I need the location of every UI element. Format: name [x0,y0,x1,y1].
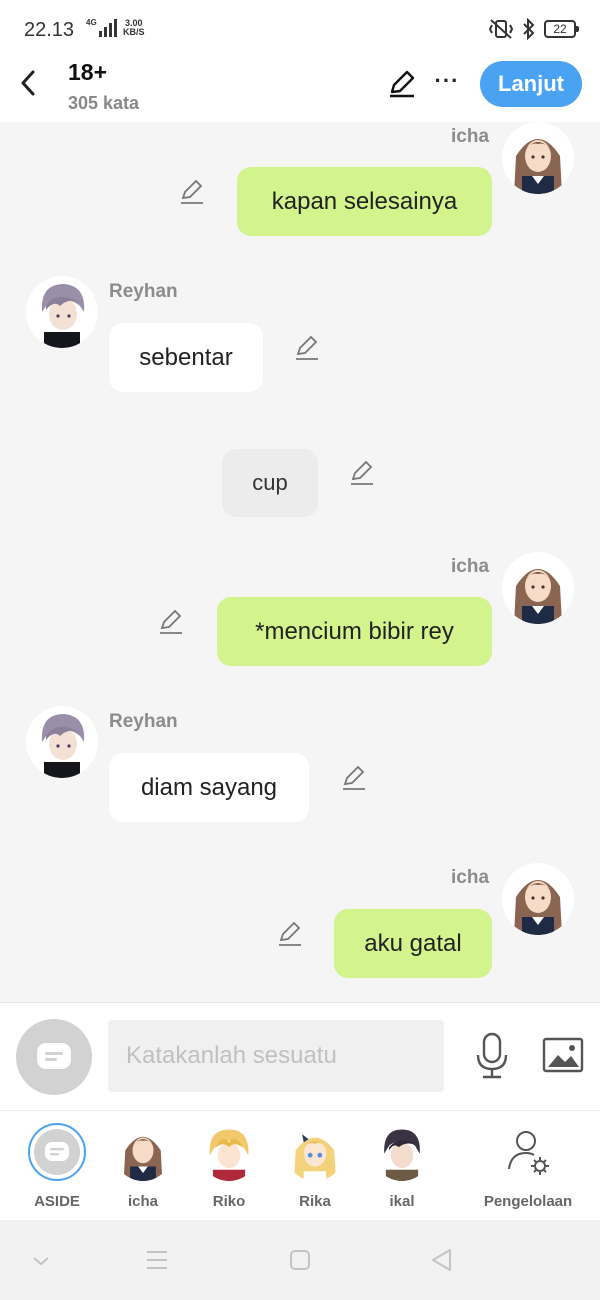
message-bubble[interactable]: diam sayang [109,753,309,822]
message-bubble[interactable]: sebentar [109,323,263,392]
nav-menu-button[interactable] [142,1246,172,1274]
avatar-icha[interactable] [502,863,574,935]
avatar-icha[interactable] [502,122,574,194]
user-settings-icon [508,1131,549,1175]
voice-input-button[interactable] [472,1031,512,1081]
avatar-icha[interactable] [502,552,574,624]
pencil-icon [351,460,373,485]
girl-avatar-icon [123,1136,163,1181]
status-icons: 22 [488,18,579,40]
edit-title-button[interactable] [386,68,418,100]
edit-message-button[interactable] [276,920,304,948]
square-icon [290,1250,310,1270]
message-composer [0,1002,600,1110]
microphone-icon [476,1032,508,1079]
avatar-reyhan[interactable] [26,706,98,778]
avatar [373,1123,431,1181]
image-upload-button[interactable] [542,1035,584,1075]
back-button[interactable] [14,68,42,98]
girl-avatar-icon [514,880,562,935]
boy-avatar-icon [41,284,85,348]
aside-bubble[interactable]: cup [222,449,318,517]
story-title: 18+ [68,59,108,85]
network-speed: 3.00 KB/S [123,18,145,37]
more-options-button[interactable]: ··· [432,68,462,100]
blonde-girl-avatar-icon [294,1134,336,1181]
bluetooth-icon [523,18,535,40]
avatar [114,1123,172,1181]
edit-message-button[interactable] [178,178,206,206]
girl-avatar-icon [514,139,562,194]
blonde-boy-avatar-icon [209,1129,249,1181]
nav-home-button[interactable] [285,1246,315,1274]
character-icha[interactable]: icha [98,1123,188,1210]
pencil-icon [279,921,301,946]
sender-name: icha [451,126,490,147]
back-arrow-icon [21,70,35,96]
system-nav-bar [0,1220,600,1300]
message-bubble[interactable]: aku gatal [334,909,492,978]
edit-message-button[interactable] [293,334,321,362]
image-icon [542,1037,584,1073]
character-riko[interactable]: Riko [184,1123,274,1210]
aside-avatar [28,1123,86,1181]
character-ikal[interactable]: ikal [357,1123,447,1210]
sender-name: Reyhan [109,711,178,732]
pencil-icon [181,179,203,204]
chat-area[interactable]: icha kapan selesainya Reyhan sebentar cu… [0,122,600,1002]
speech-bubble-icon [37,1043,71,1069]
avatar [499,1123,557,1181]
character-selector: ASIDE icha Riko Rika ikal Pengelolaan [0,1110,600,1220]
girl-avatar-icon [514,569,562,624]
message-bubble[interactable]: *mencium bibir rey [217,597,492,666]
dark-hair-boy-avatar-icon [384,1129,420,1181]
sender-name: icha [451,556,490,577]
chevron-down-icon [33,1257,49,1266]
message-bubble[interactable]: kapan selesainya [237,167,492,236]
sender-name: Reyhan [109,281,178,302]
pencil-icon [296,335,318,360]
avatar [286,1123,344,1181]
nav-back-button[interactable] [427,1246,457,1274]
avatar [200,1123,258,1181]
vibrate-icon [488,19,514,39]
signal-icon: 4G [86,19,117,37]
app-header: 18+ 305 kata ··· Lanjut [0,58,600,122]
avatar-reyhan[interactable] [26,276,98,348]
battery-icon: 22 [544,20,579,38]
menu-icon [147,1251,167,1269]
character-aside[interactable]: ASIDE [12,1123,102,1210]
character-rika[interactable]: Rika [270,1123,360,1210]
pencil-icon [343,765,365,790]
pen-icon [390,70,415,98]
status-time: 22.13 [24,19,75,41]
edit-message-button[interactable] [348,459,376,487]
speech-bubble-icon [45,1142,69,1161]
status-bar: 22.13 4G 3.00 KB/S 22 [0,0,600,58]
pencil-icon [160,609,182,634]
boy-avatar-icon [41,714,85,778]
character-management[interactable]: Pengelolaan [482,1123,574,1210]
edit-message-button[interactable] [157,608,185,636]
message-input[interactable] [108,1020,444,1092]
edit-message-button[interactable] [340,764,368,792]
triangle-back-icon [432,1249,451,1271]
word-count: 305 kata [68,93,140,113]
aside-mode-button[interactable] [16,1019,92,1095]
nav-collapse-button[interactable] [26,1246,56,1274]
next-button[interactable]: Lanjut [480,61,582,107]
sender-name: icha [451,867,490,888]
